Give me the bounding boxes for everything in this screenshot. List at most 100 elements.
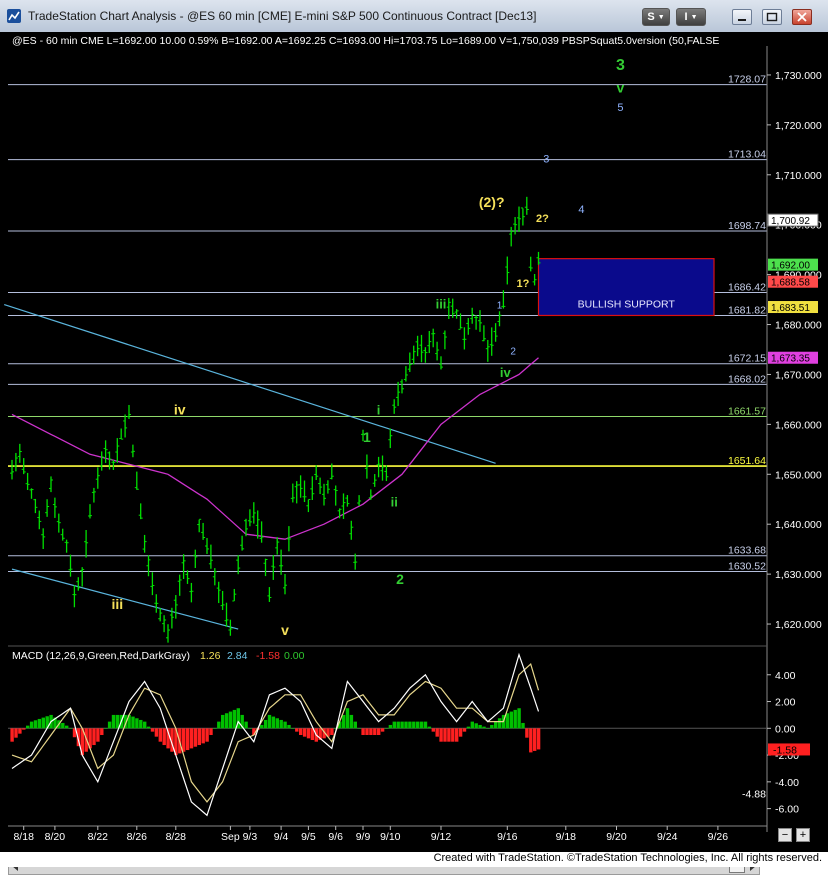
i-button-label: I <box>684 11 688 23</box>
x-axis-label: 9/12 <box>431 831 452 843</box>
price-axis-label: 1,640.000 <box>775 519 822 531</box>
price-bar <box>224 602 229 627</box>
macd-histogram-bar <box>455 728 459 742</box>
wave-label: 2 <box>396 571 404 587</box>
chart-area[interactable]: 1728.07 1713.04 1698.74 1686.42 1681.82 1672.… <box>0 32 828 875</box>
s-button-label: S <box>647 11 655 23</box>
macd-axis-label: -6.00 <box>775 804 799 816</box>
macd-axis-label: 4.00 <box>775 670 796 682</box>
macd-histogram-bar <box>513 709 517 729</box>
price-bar <box>431 328 436 348</box>
price-bar <box>485 339 490 362</box>
moving-average-line <box>11 357 539 540</box>
macd-histogram-bar <box>529 728 533 753</box>
macd-histogram-bar <box>408 721 412 729</box>
macd-axis-label: 2.00 <box>775 697 796 709</box>
price-bar <box>240 535 245 551</box>
macd-histogram-bar <box>267 714 272 729</box>
i-button[interactable]: I ▼ <box>676 8 706 26</box>
wave-label: 1 <box>363 429 371 445</box>
macd-histogram-bar <box>435 728 439 737</box>
wave-label: iii <box>111 596 123 612</box>
level-label: 1698.74 <box>728 220 766 232</box>
x-axis-label: 8/18 <box>13 831 34 843</box>
price-bar <box>76 577 81 591</box>
price-bar <box>212 568 217 586</box>
bullish-support-label: BULLISH SUPPORT <box>578 298 676 310</box>
minus-icon: − <box>781 829 789 841</box>
macd-histogram-bar <box>10 728 14 742</box>
price-bar <box>138 503 143 520</box>
macd-axis-label: 0.00 <box>775 723 796 735</box>
level-label: 1681.82 <box>728 304 766 316</box>
macd-histogram-bar <box>115 714 120 729</box>
price-bar <box>474 315 479 330</box>
macd-histogram-bar <box>287 724 291 729</box>
zoom-out-button[interactable]: − <box>778 828 792 842</box>
maximize-icon <box>766 12 778 22</box>
price-bar <box>368 489 373 500</box>
macd-histogram-bar <box>33 720 38 729</box>
price-bar <box>10 459 14 480</box>
level-label: 1661.57 <box>728 406 766 418</box>
macd-histogram-bar <box>361 728 365 735</box>
x-axis-label: 9/3 <box>243 831 258 843</box>
price-bar <box>84 529 89 558</box>
minimize-button[interactable] <box>732 9 752 25</box>
price-bar <box>493 323 498 342</box>
price-bar <box>388 428 393 449</box>
price-tag: 1,683.51 <box>771 303 810 314</box>
x-axis-label: 9/6 <box>328 831 343 843</box>
macd-histogram-bar <box>521 722 525 729</box>
macd-histogram-bar <box>525 728 529 738</box>
price-bar <box>517 206 521 232</box>
macd-histogram-bar <box>189 728 194 749</box>
x-axis-label: 9/9 <box>356 831 371 843</box>
macd-histogram-bar <box>388 724 393 729</box>
price-bar <box>205 537 209 554</box>
price-bar <box>345 495 350 507</box>
price-bar <box>520 207 525 226</box>
wave-label: 2 <box>510 346 516 357</box>
price-bar <box>294 481 299 504</box>
wave-label: 4 <box>578 204 584 216</box>
price-bar <box>247 509 252 527</box>
close-icon <box>797 12 807 22</box>
s-button[interactable]: S ▼ <box>642 8 670 26</box>
wave-label: iv <box>174 401 186 417</box>
macd-histogram-bar <box>158 728 162 742</box>
price-bar <box>419 334 424 363</box>
macd-histogram-bar <box>201 728 205 744</box>
macd-level-tag: -1.58 <box>773 744 797 756</box>
macd-level-tag: -4.88 <box>742 789 766 801</box>
price-bar <box>310 476 315 500</box>
x-axis-label: 9/10 <box>380 831 401 843</box>
close-button[interactable] <box>792 9 812 25</box>
price-bar <box>392 399 397 414</box>
level-label: 1713.04 <box>728 149 766 161</box>
macd-histogram-bar <box>494 721 498 729</box>
wave-label: ii <box>391 495 398 510</box>
x-axis-label: 9/5 <box>301 831 316 843</box>
price-bar <box>509 226 514 247</box>
macd-histogram-bar <box>154 728 159 737</box>
x-axis-label: Sep <box>221 831 240 843</box>
macd-histogram-bar <box>439 728 443 742</box>
macd-histogram-bar <box>61 722 65 729</box>
price-axis-label: 1,660.000 <box>775 419 822 431</box>
price-bar <box>532 273 537 286</box>
price-bar <box>80 567 85 587</box>
macd-histogram-bar <box>505 713 510 729</box>
price-bar <box>478 310 482 332</box>
price-bar <box>505 256 510 285</box>
macd-histogram-bar <box>462 728 467 732</box>
price-bar <box>37 510 42 530</box>
zoom-in-button[interactable]: + <box>796 828 810 842</box>
macd-histogram-bar <box>509 711 513 729</box>
footer: Created with TradeStation. ©TradeStation… <box>0 852 828 867</box>
macd-histogram-bar <box>302 728 307 737</box>
price-bar <box>142 534 147 553</box>
price-axis-label: 1,650.000 <box>775 469 822 481</box>
chart-canvas[interactable]: 1728.07 1713.04 1698.74 1686.42 1681.82 1672.… <box>0 32 828 852</box>
maximize-button[interactable] <box>762 9 782 25</box>
